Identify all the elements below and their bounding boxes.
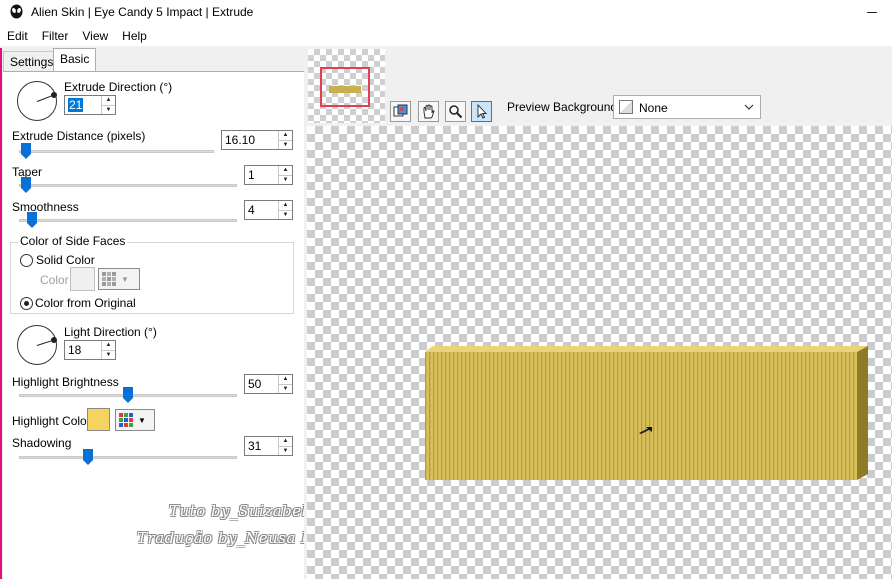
preview-toggle-button[interactable] (390, 101, 411, 122)
hand-tool-button[interactable] (418, 101, 439, 122)
smoothness-stepper[interactable]: 4 ▲ ▼ (244, 200, 293, 220)
light-direction-dial[interactable] (17, 325, 57, 365)
palette-grid-icon (102, 272, 116, 286)
smoothness-value[interactable]: 4 (245, 201, 278, 219)
select-tool-button[interactable] (471, 101, 492, 122)
spin-down-icon[interactable]: ▼ (279, 209, 292, 220)
minimize-icon (867, 11, 877, 13)
menu-filter[interactable]: Filter (35, 26, 76, 46)
side-color-label: Color (40, 273, 69, 287)
hand-icon (423, 104, 435, 119)
taper-slider-track[interactable] (19, 184, 237, 187)
spin-up-icon[interactable]: ▲ (279, 166, 292, 175)
preview-background-label: Preview Background: (507, 100, 621, 114)
extrude-distance-value[interactable]: 16.10 (222, 131, 278, 149)
solid-color-radio[interactable] (20, 254, 33, 267)
preview-background-select[interactable]: None (613, 95, 761, 119)
spin-up-icon[interactable]: ▲ (279, 375, 292, 384)
extrude-direction-label: Extrude Direction (°) (64, 80, 173, 94)
smoothness-slider-track[interactable] (19, 219, 237, 222)
spin-down-icon[interactable]: ▼ (279, 383, 292, 394)
extrude-distance-label: Extrude Distance (pixels) (12, 129, 146, 143)
extruded-object-preview (425, 346, 868, 480)
extrude-distance-slider-thumb[interactable] (21, 143, 31, 159)
spin-down-icon[interactable]: ▼ (102, 349, 115, 360)
extrude-direction-stepper[interactable]: 21 ▲ ▼ (64, 95, 116, 115)
spin-up-icon[interactable]: ▲ (279, 131, 292, 140)
spin-up-icon[interactable]: ▲ (279, 201, 292, 210)
side-color-swatch[interactable] (70, 267, 95, 291)
chevron-down-icon: ▼ (121, 274, 129, 284)
spin-down-icon[interactable]: ▼ (279, 139, 292, 150)
spin-up-icon[interactable]: ▲ (102, 96, 115, 105)
settings-panel: Settings Basic Extrude Direction (°) 21 … (0, 46, 360, 579)
basic-tab-content: Extrude Direction (°) 21 ▲ ▼ Extrude Dist… (3, 71, 360, 579)
preview-background-value: None (639, 101, 668, 115)
preview-toggle-icon (393, 104, 408, 117)
magnifier-icon (449, 105, 463, 119)
window-edge-accent (0, 48, 2, 579)
menu-edit[interactable]: Edit (0, 26, 35, 46)
menu-bar: Edit Filter View Help (0, 26, 154, 46)
shadowing-label: Shadowing (12, 436, 72, 450)
side-faces-title: Color of Side Faces (18, 234, 128, 248)
shadowing-slider-track[interactable] (19, 456, 237, 459)
taper-value[interactable]: 1 (245, 166, 278, 184)
solid-color-label[interactable]: Solid Color (36, 253, 95, 267)
title-bar: Alien Skin | Eye Candy 5 Impact | Extrud… (0, 0, 892, 24)
taper-stepper[interactable]: 1 ▲ ▼ (244, 165, 293, 185)
highlight-brightness-stepper[interactable]: 50 ▲ ▼ (244, 374, 293, 394)
highlight-color-label: Highlight Color (12, 414, 91, 428)
navigator-thumbnail[interactable] (308, 49, 385, 123)
menu-help[interactable]: Help (115, 26, 154, 46)
taper-slider-thumb[interactable] (21, 177, 31, 193)
preview-area: Preview Background: None (304, 46, 892, 579)
highlight-brightness-slider-thumb[interactable] (123, 387, 133, 403)
light-direction-value[interactable]: 18 (65, 341, 101, 359)
chevron-down-icon (744, 104, 754, 110)
shadowing-stepper[interactable]: 31 ▲ ▼ (244, 436, 293, 456)
light-direction-label: Light Direction (°) (64, 325, 157, 339)
tab-basic[interactable]: Basic (53, 48, 97, 72)
light-direction-stepper[interactable]: 18 ▲ ▼ (64, 340, 116, 360)
alien-skin-logo-icon (10, 4, 23, 19)
highlight-color-palette-button[interactable]: ▼ (115, 409, 155, 431)
background-swatch (619, 100, 633, 114)
smoothness-slider-thumb[interactable] (27, 212, 37, 228)
shadowing-value[interactable]: 31 (245, 437, 278, 455)
spin-down-icon[interactable]: ▼ (279, 445, 292, 456)
highlight-color-swatch[interactable] (87, 408, 110, 431)
shadowing-slider-thumb[interactable] (83, 449, 93, 465)
extrude-direction-value: 21 (68, 98, 84, 112)
window-title: Alien Skin | Eye Candy 5 Impact | Extrud… (31, 5, 254, 19)
watermark-line-1: Tuto by_Suizabella (169, 502, 322, 520)
color-from-original-radio[interactable] (20, 297, 33, 310)
extrude-direction-dial[interactable] (17, 81, 57, 121)
spin-down-icon[interactable]: ▼ (279, 174, 292, 185)
navigator-object-preview (329, 86, 361, 93)
spin-down-icon[interactable]: ▼ (102, 104, 115, 115)
extrude-distance-slider-track[interactable] (19, 150, 214, 153)
palette-grid-icon (119, 413, 133, 427)
menu-view[interactable]: View (75, 26, 115, 46)
minimize-button[interactable] (852, 0, 892, 24)
highlight-brightness-value[interactable]: 50 (245, 375, 278, 393)
side-color-palette-button[interactable]: ▼ (98, 268, 140, 290)
arrow-pointer-icon (477, 104, 488, 119)
preview-canvas[interactable] (307, 126, 892, 579)
spin-up-icon[interactable]: ▲ (102, 341, 115, 350)
extrude-distance-stepper[interactable]: 16.10 ▲ ▼ (221, 130, 293, 150)
chevron-down-icon: ▼ (138, 415, 146, 425)
zoom-tool-button[interactable] (445, 101, 466, 122)
smoothness-label: Smoothness (12, 200, 79, 214)
highlight-brightness-label: Highlight Brightness (12, 375, 119, 389)
tab-settings[interactable]: Settings (3, 51, 61, 72)
color-from-original-label[interactable]: Color from Original (35, 296, 136, 310)
spin-up-icon[interactable]: ▲ (279, 437, 292, 446)
